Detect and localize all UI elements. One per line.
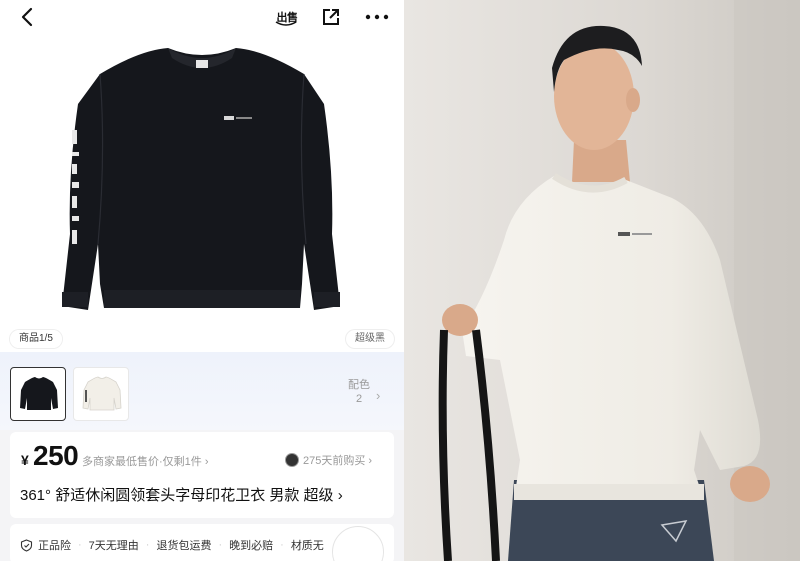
recent-purchase-text: 275天前购买 › xyxy=(303,455,373,467)
share-out-icon xyxy=(323,9,339,25)
avatar xyxy=(285,453,299,467)
authentic-stamp-icon xyxy=(332,526,384,561)
product-image-carousel[interactable]: 商品1/5 超级黑 xyxy=(0,34,404,352)
guarantee-item: 7天无理由 xyxy=(88,540,139,552)
swatch-white[interactable] xyxy=(73,367,129,421)
guarantee-item: 材质无 xyxy=(290,540,324,552)
color-swatch-row: 配色 2 › xyxy=(0,352,404,430)
back-button[interactable] xyxy=(14,4,40,30)
color-count-link[interactable]: 配色 2 xyxy=(344,378,374,406)
black-sweatshirt-image xyxy=(62,48,340,310)
share-button[interactable] xyxy=(318,4,344,30)
guarantee-item: 正品险 xyxy=(38,540,71,552)
currency-symbol: ¥ xyxy=(21,452,29,468)
guarantee-row: 正品险 · 7天无理由 · 退货包运费 · 晚到必赔 · 材质无 xyxy=(20,537,324,553)
white-sweatshirt-thumbnail xyxy=(82,376,122,411)
more-button[interactable] xyxy=(362,4,392,30)
model-wearing-white-sweatshirt-image xyxy=(404,0,800,561)
model-lifestyle-photo xyxy=(404,0,800,561)
guarantee-item: 晚到必赔 xyxy=(229,540,274,552)
sell-button[interactable]: 出售 xyxy=(272,4,302,30)
ellipsis-icon xyxy=(365,14,389,20)
shield-icon xyxy=(20,538,33,552)
sell-arc-icon xyxy=(275,21,297,26)
recent-purchase-link[interactable]: 275天前购买 › xyxy=(285,452,372,468)
separator: · xyxy=(280,539,284,551)
price-card: ¥ 250 多商家最低售价·仅剩1件 › 275天前购买 › 361° 舒适休闲… xyxy=(10,432,394,518)
black-sweatshirt-thumbnail xyxy=(20,377,58,410)
guarantee-item: 退货包运费 xyxy=(156,540,212,552)
separator: · xyxy=(78,539,82,551)
swatch-black[interactable] xyxy=(10,367,66,421)
lowest-price-note[interactable]: 多商家最低售价·仅剩1件 › xyxy=(82,453,209,469)
image-page-indicator: 商品1/5 xyxy=(10,330,62,348)
selected-color-name: 超级黑 xyxy=(346,330,394,348)
product-title[interactable]: 361° 舒适休闲圆领套头字母印花卫衣 男款 超级 › xyxy=(20,484,343,505)
separator: · xyxy=(145,539,150,551)
color-count-value: 2 xyxy=(355,393,363,405)
chevron-right-icon: › xyxy=(376,388,381,403)
product-detail-panel: 出售 商品1/5 超级黑 配色 2 › ¥ 250 多商家最低售价·仅剩1件 ›… xyxy=(0,0,404,561)
chevron-left-icon xyxy=(21,7,33,27)
color-count-label: 配色 xyxy=(348,379,370,391)
price-amount: 250 xyxy=(33,440,79,471)
top-bar: 出售 xyxy=(0,0,404,34)
separator: · xyxy=(218,539,223,551)
guarantee-card[interactable]: 正品险 · 7天无理由 · 退货包运费 · 晚到必赔 · 材质无 xyxy=(10,524,394,561)
